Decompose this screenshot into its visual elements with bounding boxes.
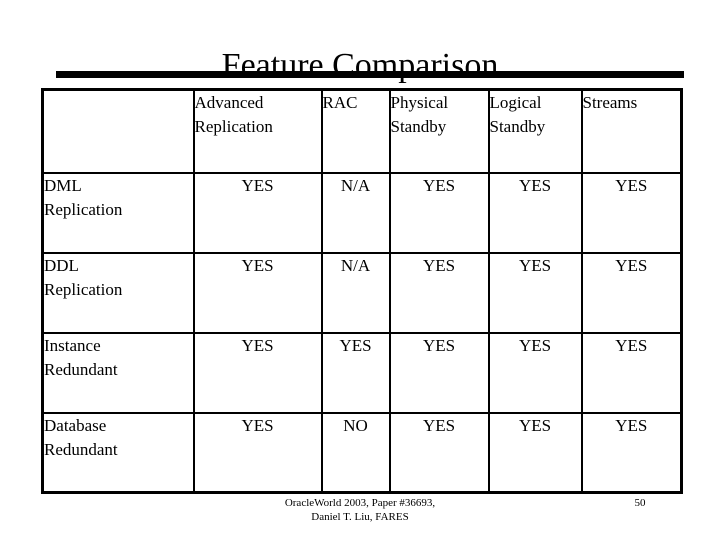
column-header-corner [41, 88, 195, 174]
footer-line-2: Daniel T. Liu, FARES [311, 511, 409, 523]
cell-dml-rac: N/A [320, 171, 391, 254]
column-header-advanced-replication: Advanced Replication [192, 88, 323, 174]
column-header-line-2: Replication [194, 117, 273, 136]
row-header-line-2: Redundant [44, 359, 118, 379]
page-number: 50 [634, 497, 646, 509]
title-divider-rule [56, 71, 684, 78]
cell-instance-logical-standby: YES [487, 331, 583, 414]
cell-database-advanced-replication: YES [192, 411, 323, 494]
row-header-line-2: Replication [44, 279, 123, 299]
row-header-line-2: Replication [44, 199, 123, 219]
column-header-rac: RAC [320, 88, 391, 174]
table-row: Instance Redundant YES YES YES YES YES [41, 331, 683, 414]
row-header-line-1: Database [44, 415, 107, 435]
row-header-dml-replication: DML Replication [41, 171, 195, 254]
cell-database-streams: YES [580, 411, 683, 494]
cell-ddl-streams: YES [580, 251, 683, 334]
column-header-logical-standby: Logical Standby [487, 88, 583, 174]
slide-canvas: Feature Comparison Advanced Replication … [0, 0, 720, 540]
row-header-line-1: Instance [44, 335, 101, 355]
cell-dml-physical-standby: YES [388, 171, 490, 254]
table-row: DDL Replication YES N/A YES YES YES [41, 251, 683, 334]
column-header-line-1: RAC [322, 93, 358, 112]
page-title: Feature Comparison [221, 46, 499, 84]
table-row: DML Replication YES N/A YES YES YES [41, 171, 683, 254]
table-header-row: Advanced Replication RAC Physical Standb… [41, 88, 683, 174]
column-header-line-1: Advanced [194, 93, 264, 112]
cell-instance-streams: YES [580, 331, 683, 414]
cell-dml-streams: YES [580, 171, 683, 254]
column-header-line-1: Logical [489, 93, 542, 112]
cell-dml-advanced-replication: YES [192, 171, 323, 254]
cell-instance-physical-standby: YES [388, 331, 490, 414]
cell-database-logical-standby: YES [487, 411, 583, 494]
row-header-ddl-replication: DDL Replication [41, 251, 195, 334]
cell-instance-advanced-replication: YES [192, 331, 323, 414]
cell-ddl-rac: N/A [320, 251, 391, 334]
table-row: Database Redundant YES NO YES YES YES [41, 411, 683, 494]
column-header-line-2: Standby [390, 117, 447, 136]
column-header-streams: Streams [580, 88, 683, 174]
cell-ddl-advanced-replication: YES [192, 251, 323, 334]
column-header-line-1: Streams [582, 93, 638, 112]
column-header-line-2: Standby [489, 117, 546, 136]
row-header-database-redundant: Database Redundant [41, 411, 195, 494]
row-header-line-1: DML [44, 175, 82, 195]
row-header-line-2: Redundant [44, 439, 118, 459]
cell-ddl-physical-standby: YES [388, 251, 490, 334]
feature-comparison-table: Advanced Replication RAC Physical Standb… [41, 88, 683, 494]
cell-ddl-logical-standby: YES [487, 251, 583, 334]
cell-instance-rac: YES [320, 331, 391, 414]
cell-database-rac: NO [320, 411, 391, 494]
cell-database-physical-standby: YES [388, 411, 490, 494]
cell-dml-logical-standby: YES [487, 171, 583, 254]
column-header-line-1: Physical [390, 93, 449, 112]
column-header-physical-standby: Physical Standby [388, 88, 490, 174]
row-header-instance-redundant: Instance Redundant [41, 331, 195, 414]
row-header-line-1: DDL [44, 255, 79, 275]
